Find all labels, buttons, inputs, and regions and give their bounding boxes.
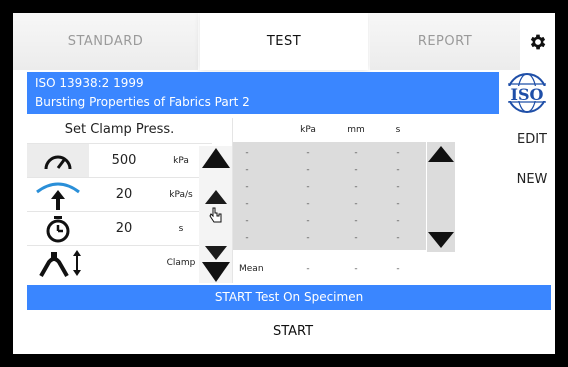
result-cell: - <box>245 199 249 209</box>
pressure-value[interactable]: 500 <box>99 144 149 178</box>
timer-icon <box>46 216 70 243</box>
pressure-row[interactable]: 500 kPa <box>27 143 212 178</box>
status-bar: START Test On Specimen <box>27 285 551 310</box>
result-cell: - <box>245 148 249 158</box>
app-screen: STANDARD TEST REPORT ISO 13938:2 1999 Bu… <box>13 13 555 354</box>
mean-kpa: - <box>306 264 310 274</box>
col-header-s: s <box>395 125 401 135</box>
col-header-kpa: kPa <box>300 125 316 135</box>
result-cell: - <box>354 216 358 226</box>
result-cell: - <box>306 165 310 175</box>
time-icon-cell <box>27 212 89 246</box>
result-cell: - <box>396 148 400 158</box>
rate-row[interactable]: 20 kPa/s <box>27 177 212 212</box>
mean-label: Mean <box>239 264 264 274</box>
iso-logo-icon: ISO <box>503 73 551 113</box>
start-button[interactable]: START <box>203 316 383 348</box>
result-cell: - <box>306 148 310 158</box>
mean-row: Mean - - - <box>233 254 451 284</box>
iso-logo-text: ISO <box>511 85 544 104</box>
tab-test[interactable]: TEST <box>200 13 368 70</box>
rate-icon-cell <box>27 178 89 212</box>
col-header-mm: mm <box>347 125 365 135</box>
standard-banner: ISO 13938:2 1999 Bursting Properties of … <box>27 72 499 114</box>
result-cell: - <box>306 216 310 226</box>
time-row[interactable]: 20 s <box>27 211 212 246</box>
time-value[interactable]: 20 <box>99 212 149 246</box>
result-cell: - <box>354 165 358 175</box>
result-cell: - <box>354 148 358 158</box>
clamp-panel-title: Set Clamp Press. <box>64 122 175 137</box>
tab-bar: STANDARD TEST REPORT <box>13 13 555 70</box>
results-table: kPa mm s - - - - - - - - - - - - - - - - - - - - - - - - Mean -… <box>233 118 451 283</box>
pressure-icon-cell <box>27 144 89 178</box>
result-cell: - <box>396 216 400 226</box>
results-scrollbar[interactable] <box>427 142 455 252</box>
edit-button[interactable]: EDIT <box>510 132 554 147</box>
clamp-icon-cell <box>27 246 89 280</box>
gear-icon[interactable] <box>528 32 548 52</box>
standard-title: Bursting Properties of Fabrics Part 2 <box>35 95 250 109</box>
inflation-rate-icon <box>36 182 80 210</box>
result-cell: - <box>396 165 400 175</box>
result-cell: - <box>306 233 310 243</box>
rate-value[interactable]: 20 <box>99 178 149 212</box>
clamp-settings-panel: Set Clamp Press. 500 kPa 20 kPa/s 20 s C… <box>27 118 212 283</box>
standard-code: ISO 13938:2 1999 <box>35 76 144 90</box>
new-button[interactable]: NEW <box>510 172 554 187</box>
result-cell: - <box>396 199 400 209</box>
result-cell: - <box>306 199 310 209</box>
panel-divider <box>232 118 233 283</box>
tab-standard[interactable]: STANDARD <box>13 13 198 70</box>
results-table-body[interactable]: - - - - - - - - - - - - - - - - - - - - - - - - <box>233 142 426 250</box>
mean-s: - <box>396 264 400 274</box>
result-cell: - <box>354 233 358 243</box>
result-cell: - <box>245 233 249 243</box>
results-table-header: kPa mm s <box>233 118 451 142</box>
pressure-gauge-icon <box>44 155 72 170</box>
clamp-icon <box>39 250 81 277</box>
result-cell: - <box>396 182 400 192</box>
result-cell: - <box>245 216 249 226</box>
result-cell: - <box>306 182 310 192</box>
result-cell: - <box>354 199 358 209</box>
hand-cursor-icon <box>209 207 222 223</box>
tab-report[interactable]: REPORT <box>370 13 520 70</box>
result-cell: - <box>245 182 249 192</box>
mean-mm: - <box>354 264 358 274</box>
clamp-row[interactable]: Clamp <box>27 245 212 280</box>
result-cell: - <box>245 165 249 175</box>
result-cell: - <box>354 182 358 192</box>
result-cell: - <box>396 233 400 243</box>
